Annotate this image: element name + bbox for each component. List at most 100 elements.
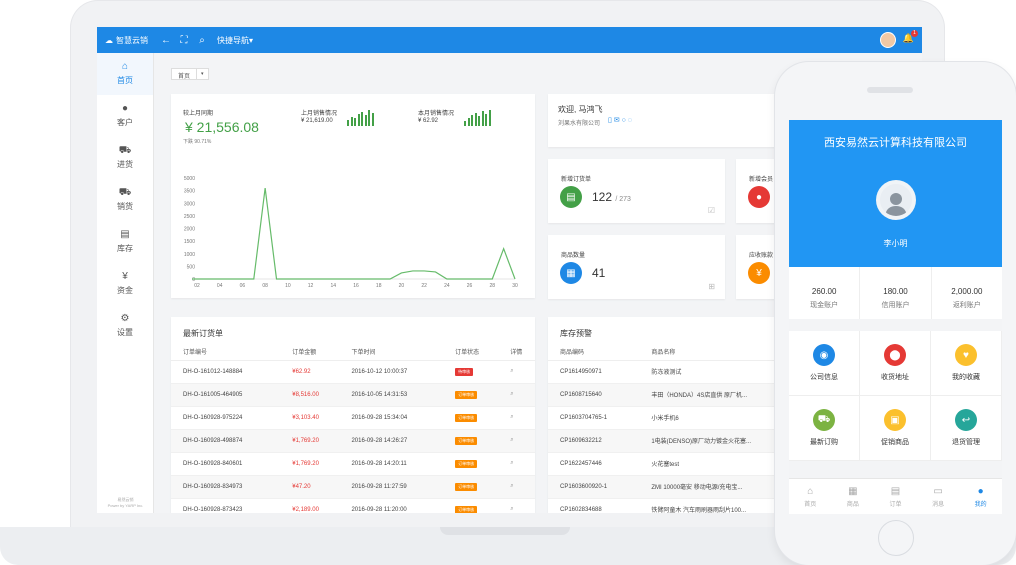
sidebar-item-6[interactable]: ⚙ 设置 [97,305,153,347]
x-tick-label: 20 [399,283,405,289]
search-icon[interactable]: ⌕ [510,506,513,512]
order-detail[interactable]: ⌕ [498,475,535,499]
sidebar-item-5[interactable]: ¥ 资金 [97,263,153,305]
stock-code: CP1609632212 [548,429,640,453]
plus-icon: ⊞ [708,282,715,291]
account-item[interactable]: 260.00 现金账户 [789,267,861,319]
menu-item-label: 收货地址 [881,374,909,381]
chevron-down-icon: ▾ [249,35,254,45]
search-icon[interactable]: ⌕ [510,460,513,466]
account-item[interactable]: 180.00 信用账户 [860,267,932,319]
kpi-label: 应收账款 [749,253,774,259]
user-avatar[interactable] [880,32,896,48]
contact-icons: ▯ ✉ ○ ◌ [608,117,632,124]
order-detail[interactable]: ⌕ [498,452,535,476]
tab-2[interactable]: ▤ 订单 [874,479,917,514]
sidebar-item-2[interactable]: ⛟ 进货 [97,137,153,179]
order-detail[interactable]: ⌕ [498,498,535,513]
stock-code: CP1603600920-1 [548,475,640,499]
topbar: ☁ 智慧云销 ← ⛶ ⌕ 快捷导航▾ 🔔 1 [97,27,922,53]
sidebar-item-3[interactable]: ⛟ 销货 [97,179,153,221]
sidebar-item-label: 销货 [117,202,133,211]
order-detail[interactable]: ⌕ [498,360,535,384]
search-icon[interactable]: ⌕ [510,368,513,374]
laptop-notch [440,527,570,535]
x-tick-label: 26 [467,283,473,289]
tab-home[interactable]: 首页 [171,68,198,80]
tab-dropdown-icon[interactable]: ▾ [197,68,209,80]
fullscreen-icon[interactable]: ⛶ [175,35,193,46]
tab-1[interactable]: ▦ 商品 [832,479,875,514]
search-icon[interactable]: ⌕ [510,483,513,489]
globe-icon: ◉ [813,344,835,366]
back-arrow-icon[interactable]: ← [157,35,175,46]
table-row[interactable]: DH-O-161012-148884 ¥62.92 2016-10-12 10:00… [171,360,535,384]
table-row[interactable]: DH-O-160928-498874 ¥1,769.20 2016-09-28 14… [171,429,535,453]
order-time: 2016-09-28 11:20:00 [339,498,444,513]
orders-col-header: 订单金额 [280,343,340,361]
cart-icon: ⛟ [813,409,835,431]
status-badge: 订单审核 [455,390,478,399]
stock-code: CP1602834688 [548,498,640,513]
order-detail[interactable]: ⌕ [498,383,535,407]
menu-item-label: 公司信息 [810,374,838,381]
kpi-goods-count[interactable]: 商品数量 ▦ 41 ⊞ [548,235,725,299]
order-amount: ¥3,103.40 [280,406,340,430]
phone-screen: 西安易然云计算科技有限公司 李小明 260.00 现金账户 180.00 信用账户 2,… [789,120,1002,514]
menu-item[interactable]: ◉ 公司信息 [789,331,860,396]
search-icon[interactable]: ⌕ [510,391,513,397]
stock-code: CP1608715640 [548,383,640,407]
tab-0[interactable]: ⌂ 首页 [789,479,832,514]
table-row[interactable]: DH-O-160928-834973 ¥47.20 2016-09-28 11:27… [171,475,535,499]
cart-out-icon: ⛟ [118,187,132,198]
account-label: 返利账户 [952,302,981,309]
sidebar-item-4[interactable]: ▤ 库存 [97,221,153,263]
status-badge: 待审核 [455,367,474,376]
kpi-new-orders[interactable]: 新增订货单 ▤ 122 / 273 ☑ [548,159,725,223]
menu-item[interactable]: ⛟ 最新订购 [789,396,860,461]
table-row[interactable]: DH-O-161005-464905 ¥8,516.00 2016-10-05 14… [171,383,535,407]
menu-item[interactable]: ♥ 我的收藏 [931,331,1002,396]
phone-home-button[interactable] [878,520,914,556]
table-row[interactable]: DH-O-160928-873423 ¥2,189.00 2016-09-28 11… [171,498,535,513]
tab-3[interactable]: ▭ 消息 [917,479,960,514]
order-no: DH-O-160928-975224 [171,406,281,430]
search-icon[interactable]: ⌕ [510,414,513,420]
tab-label: 我的 [974,501,987,508]
logo-text: 智慧云销 [116,35,148,45]
x-tick-label: 06 [240,283,246,289]
y-tick-label: 1000 [184,252,195,258]
search-icon[interactable]: ⌕ [510,437,513,443]
stock-icon: ▤ [120,229,130,240]
order-status: 待审核 [443,360,499,384]
order-no: DH-O-161005-464905 [171,383,281,407]
profile-avatar[interactable] [876,180,916,220]
check-icon: ☑ [707,206,715,215]
quick-nav-menu[interactable]: 快捷导航▾ [217,35,253,46]
orders-card: 最新订货单 订单编号 订单金额 下单时间 订单状态 详情 DH-O-161012-148… [171,317,535,513]
location-icon: ⬤ [884,344,906,366]
x-tick-label: 28 [490,283,496,289]
menu-item[interactable]: ↩ 退货管理 [931,396,1002,461]
account-value: 180.00 [883,287,908,296]
account-item[interactable]: 2,000.00 返利账户 [932,267,1002,319]
menu-item[interactable]: ⬤ 收货地址 [860,331,931,396]
person-icon: ● [748,186,770,208]
table-row[interactable]: DH-O-160928-975224 ¥3,103.40 2016-09-28 15… [171,406,535,430]
sidebar-item-0[interactable]: ⌂ 首页 [97,53,153,95]
quick-nav-label: 快捷导航 [217,35,249,45]
cart-in-icon: ⛟ [118,145,132,156]
x-tick-label: 22 [421,283,427,289]
tab-4[interactable]: ● 我的 [959,479,1002,514]
menu-item[interactable]: ▣ 促销商品 [860,396,931,461]
order-detail[interactable]: ⌕ [498,406,535,430]
search-icon[interactable]: ⌕ [193,35,211,46]
tab-label: 消息 [932,501,945,508]
app-logo[interactable]: ☁ 智慧云销 [97,35,157,46]
order-detail[interactable]: ⌕ [498,429,535,453]
table-row[interactable]: DH-O-160928-840601 ¥1,769.20 2016-09-28 14… [171,452,535,476]
order-time: 2016-09-28 11:27:59 [339,475,444,499]
sidebar-item-1[interactable]: ● 客户 [97,95,153,137]
y-tick-label: 2500 [184,214,195,220]
y-tick-label: 2000 [184,227,195,233]
